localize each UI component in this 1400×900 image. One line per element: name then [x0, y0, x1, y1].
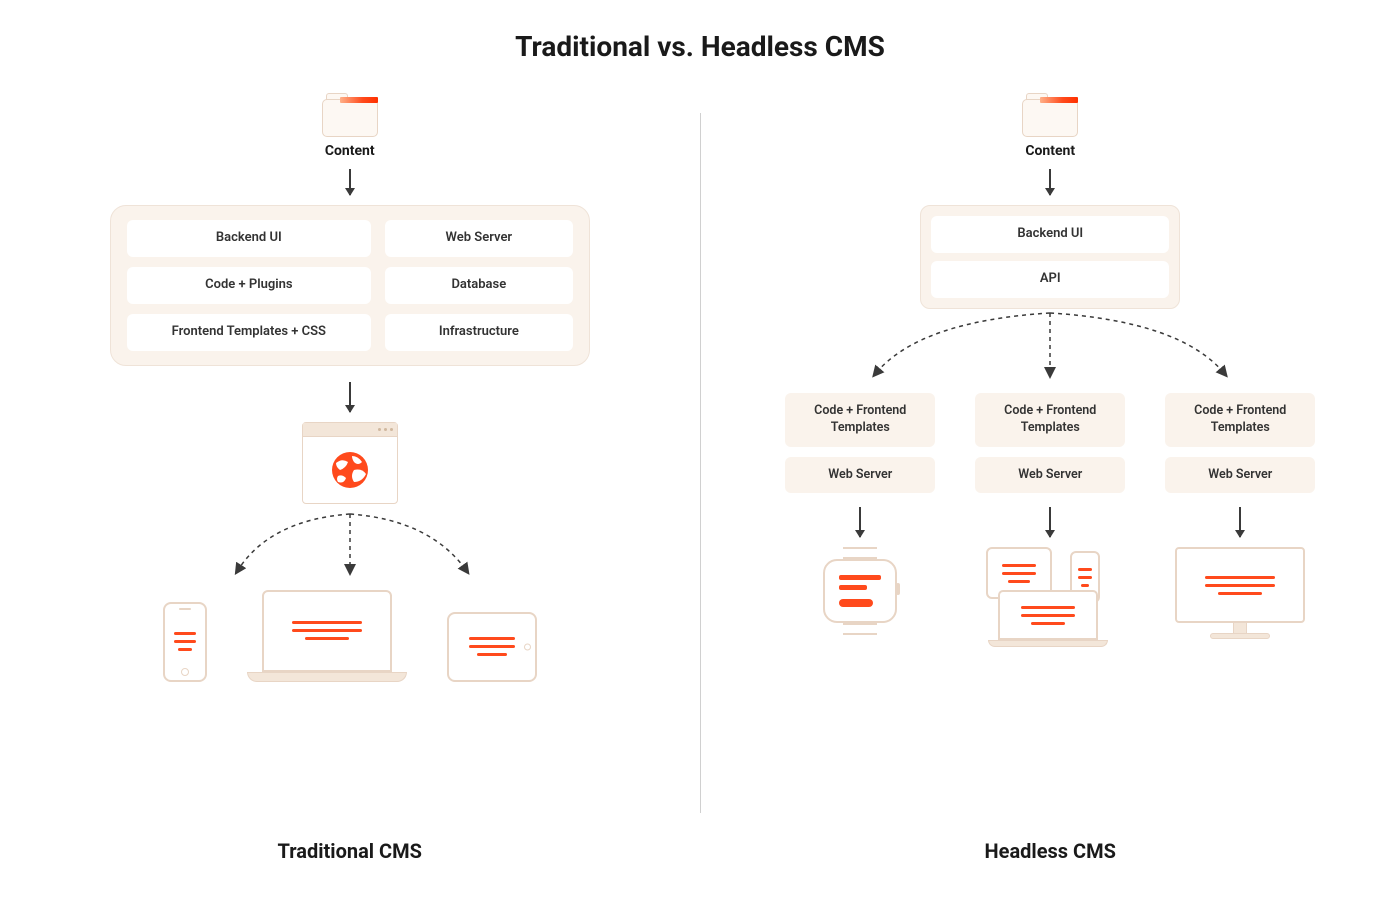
headless-top-panel: Backend UI API [920, 205, 1180, 309]
panel-left-col: Backend UI Code + Plugins Frontend Templ… [127, 220, 371, 351]
box-web-server: Web Server [1165, 457, 1315, 494]
headless-subcolumn: Code + Frontend Templates Web Server [1160, 393, 1320, 648]
headless-subcolumn: Code + Frontend Templates Web Server [970, 393, 1130, 648]
headless-subcolumn: Code + Frontend Templates Web Server [780, 393, 940, 648]
headless-columns-row: Code + Frontend Templates Web Server [780, 393, 1320, 648]
panel-item: Web Server [385, 220, 573, 257]
multi-device-icon [980, 547, 1120, 647]
folder-icon [322, 93, 378, 137]
content-label: Content [325, 143, 375, 159]
panel-item: API [931, 261, 1169, 298]
arrow-down-icon [349, 169, 351, 195]
arrow-down-icon [859, 507, 861, 537]
globe-icon [328, 448, 372, 492]
laptop-icon [247, 590, 407, 682]
panel-right-col: Web Server Database Infrastructure [385, 220, 573, 351]
box-web-server: Web Server [975, 457, 1125, 494]
box-code-templates: Code + Frontend Templates [785, 393, 935, 447]
folder-icon [1022, 93, 1078, 137]
phone-icon [163, 602, 207, 682]
panel-item: Backend UI [931, 216, 1169, 253]
content-label: Content [1025, 143, 1075, 159]
device-row [163, 590, 537, 682]
arrow-down-icon [349, 382, 351, 412]
panel-item: Infrastructure [385, 314, 573, 351]
traditional-label: Traditional CMS [0, 839, 700, 863]
panel-item: Backend UI [127, 220, 371, 257]
diagram-columns: Content Backend UI Code + Plugins Fronte… [0, 83, 1400, 843]
box-code-templates: Code + Frontend Templates [975, 393, 1125, 447]
arrow-down-icon [1239, 507, 1241, 537]
headless-column: Content Backend UI API Code + Frontend T… [701, 83, 1400, 843]
panel-item: Frontend Templates + CSS [127, 314, 371, 351]
panel-item: Database [385, 267, 573, 304]
arrow-down-icon [1049, 169, 1051, 195]
headless-label: Headless CMS [701, 839, 1400, 863]
diagram-title: Traditional vs. Headless CMS [0, 0, 1400, 83]
box-code-templates: Code + Frontend Templates [1165, 393, 1315, 447]
tablet-icon [447, 612, 537, 682]
branching-arrows [780, 309, 1320, 393]
panel-item: Code + Plugins [127, 267, 371, 304]
smartwatch-icon [823, 547, 897, 635]
branching-arrows [160, 510, 540, 590]
browser-window-icon [302, 422, 398, 504]
box-web-server: Web Server [785, 457, 935, 494]
arrow-down-icon [1049, 507, 1051, 537]
traditional-panel: Backend UI Code + Plugins Frontend Templ… [110, 205, 590, 366]
desktop-monitor-icon [1175, 547, 1305, 639]
traditional-column: Content Backend UI Code + Plugins Fronte… [0, 83, 700, 843]
